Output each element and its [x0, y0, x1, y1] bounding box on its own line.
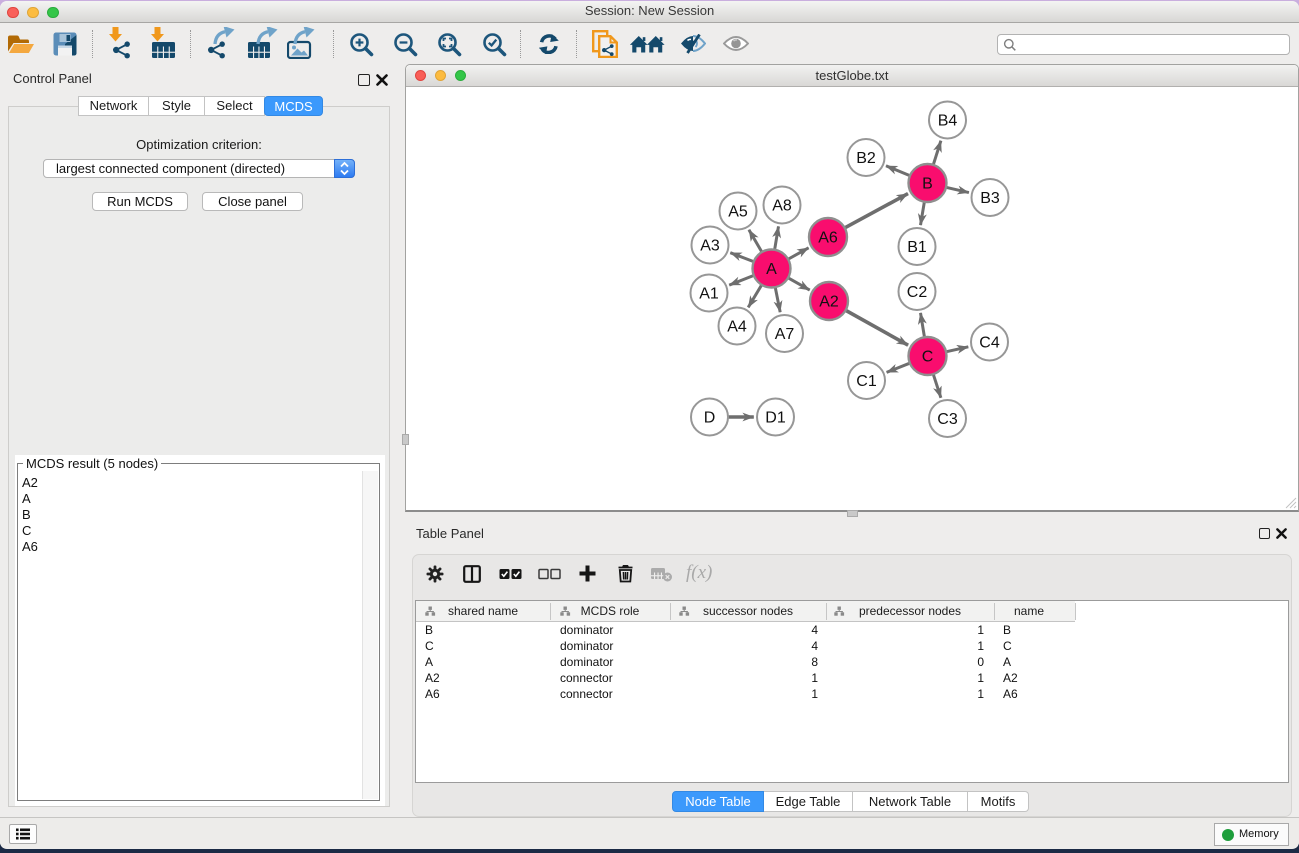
svg-text:D: D	[704, 410, 716, 427]
svg-text:A3: A3	[700, 238, 720, 255]
svg-text:A6: A6	[818, 230, 838, 247]
svg-text:A7: A7	[775, 326, 795, 343]
svg-text:B: B	[922, 176, 933, 193]
svg-text:C3: C3	[937, 411, 958, 428]
svg-text:C1: C1	[856, 373, 877, 390]
svg-text:B2: B2	[856, 150, 876, 167]
svg-text:C2: C2	[907, 284, 928, 301]
svg-text:A: A	[766, 261, 777, 278]
svg-text:C: C	[922, 349, 934, 366]
svg-text:B1: B1	[907, 239, 927, 256]
svg-text:A8: A8	[772, 198, 792, 215]
svg-text:A1: A1	[699, 286, 719, 303]
svg-text:B3: B3	[980, 190, 1000, 207]
svg-text:A2: A2	[819, 294, 839, 311]
svg-text:C4: C4	[979, 335, 1000, 352]
svg-text:D1: D1	[765, 410, 786, 427]
svg-text:B4: B4	[938, 113, 958, 130]
svg-text:A4: A4	[727, 319, 747, 336]
svg-text:A5: A5	[728, 204, 748, 221]
